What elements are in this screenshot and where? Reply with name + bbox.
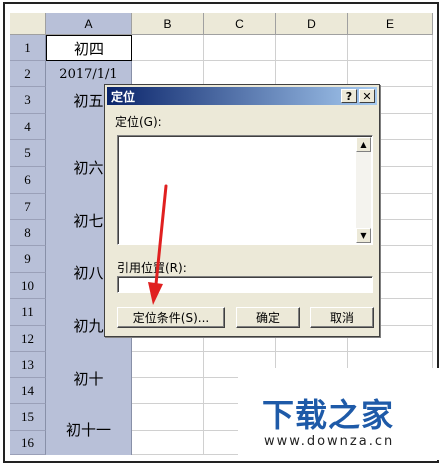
watermark: 下载之家 www.downza.cn [238, 368, 447, 460]
screenshot-frame: A B C D E 1 2 3 4 5 6 7 8 9 10 11 12 13 14 15 16 初四 201… [0, 0, 447, 470]
watermark-logo: 下载之家 [262, 396, 395, 434]
watermark-url: www.downza.cn [264, 434, 395, 449]
